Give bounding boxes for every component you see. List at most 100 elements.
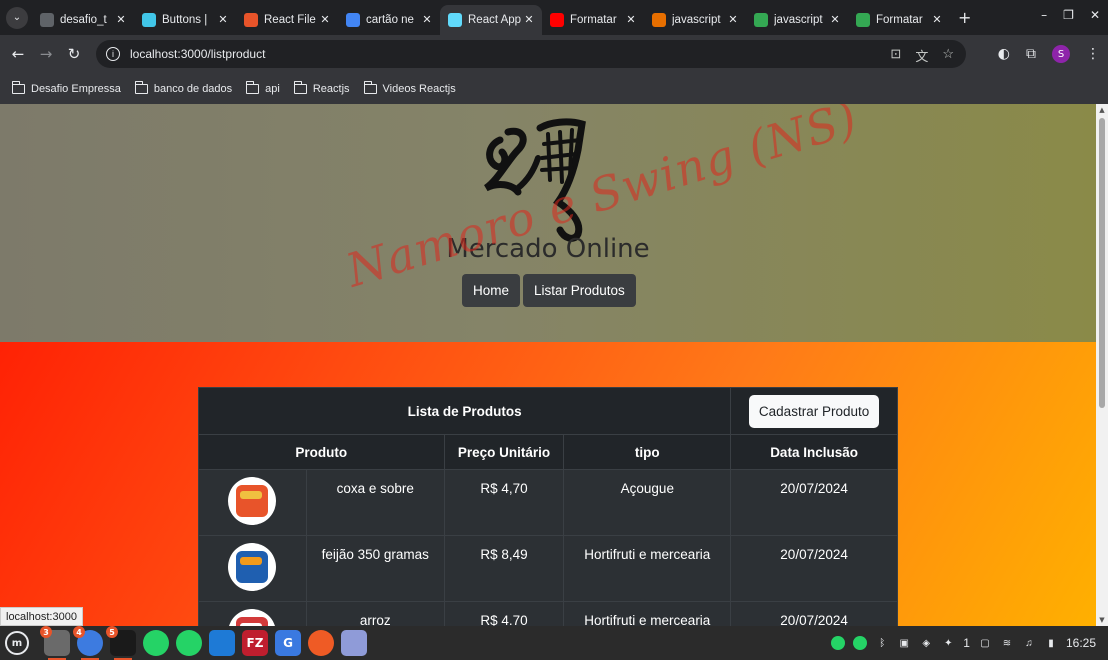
menu-kebab-icon[interactable]: ⋮ — [1086, 46, 1100, 62]
toolbar-right: ◐ ⧉ S ⋮ — [998, 35, 1100, 73]
product-image — [228, 609, 277, 626]
taskbar-app-whatsapp[interactable] — [143, 630, 169, 656]
browser-tab[interactable]: Formatar ✕ — [848, 5, 950, 35]
table-row: coxa e sobre R$ 4,70 Açougue 20/07/2024 — [198, 469, 898, 536]
app-glyph: G — [283, 636, 293, 650]
install-app-icon[interactable]: ⊡ — [890, 46, 901, 65]
scrollbar-thumb[interactable] — [1099, 118, 1105, 408]
tray-whatsapp-2-icon[interactable] — [853, 636, 868, 650]
minimize-icon[interactable]: – — [1041, 8, 1047, 22]
bookmark-item[interactable]: Videos Reactjs — [363, 80, 456, 95]
extensions-icon[interactable]: ⧉ — [1026, 46, 1036, 62]
google-icon — [346, 12, 360, 27]
app-window-count-badge: 5 — [106, 626, 118, 638]
bookmark-item[interactable]: Reactjs — [293, 80, 350, 95]
address-bar[interactable]: i localhost:3000/listproduct ⊡ 文 ☆ — [96, 40, 966, 68]
start-menu-button[interactable]: m — [5, 631, 29, 655]
bookmark-star-icon[interactable]: ☆ — [942, 46, 954, 65]
tray-whatsapp-icon[interactable] — [831, 636, 846, 650]
app-window-count-badge: 4 — [73, 626, 85, 638]
taskbar-app-text-editor[interactable] — [341, 630, 367, 656]
product-price-cell: R$ 4.70 — [443, 601, 565, 626]
close-tab-icon[interactable]: ✕ — [318, 13, 332, 26]
scroll-up-icon[interactable]: ▲ — [1098, 106, 1106, 114]
product-price-cell: R$ 4,70 — [443, 469, 565, 536]
close-tab-icon[interactable]: ✕ — [114, 13, 128, 26]
browser-tab[interactable]: Buttons | ✕ — [134, 5, 236, 35]
taskbar-app-chrome[interactable]: 4 — [73, 626, 103, 660]
translate-icon[interactable]: 文 — [915, 46, 928, 65]
tab-search-button[interactable]: ⌄ — [6, 6, 28, 29]
site-info-icon[interactable]: i — [106, 47, 120, 61]
bookmark-label: Reactjs — [312, 82, 350, 95]
close-tab-icon[interactable]: ✕ — [420, 13, 434, 26]
taskbar-app-postman[interactable] — [308, 630, 334, 656]
bookmark-item[interactable]: Desafio Empressa — [12, 80, 121, 95]
tray-clipboard-icon[interactable]: ▣ — [897, 636, 911, 650]
nav-home-button[interactable]: Home — [462, 274, 521, 307]
browser-tab[interactable]: React App ✕ — [440, 4, 542, 35]
product-name-cell: feijão 350 gramas — [305, 535, 445, 602]
product-image — [228, 543, 277, 591]
bookmark-item[interactable]: api — [246, 80, 280, 95]
tab-title: cartão ne — [366, 13, 414, 26]
new-tab-button[interactable]: + — [958, 8, 971, 27]
tray-sound-icon[interactable]: ♫ — [1022, 636, 1036, 650]
browser-toolbar: ← → ↻ i localhost:3000/listproduct ⊡ 文 ☆… — [0, 35, 1108, 73]
tray-battery-icon[interactable]: ▮ — [1044, 636, 1058, 650]
tab-title: Buttons | — [162, 13, 208, 26]
page-scrollbar[interactable]: ▲ ▼ — [1096, 104, 1108, 626]
restore-icon[interactable]: ❐ — [1063, 8, 1074, 22]
browser-tab[interactable]: desafio_t ✕ — [32, 5, 134, 35]
taskbar-apps: 3 4 5 FZ G — [40, 626, 374, 660]
browser-tab[interactable]: javascript ✕ — [746, 5, 848, 35]
close-tab-icon[interactable]: ✕ — [216, 13, 230, 26]
product-image — [228, 477, 277, 525]
close-tab-icon[interactable]: ✕ — [828, 13, 842, 26]
tray-updates-count: 1 — [963, 636, 970, 650]
close-tab-icon[interactable]: ✕ — [726, 13, 740, 26]
performance-icon[interactable]: ◐ — [998, 46, 1010, 62]
taskbar-app-google-app[interactable]: G — [275, 630, 301, 656]
browser-tab[interactable]: cartão ne ✕ — [338, 5, 440, 35]
add-product-button[interactable]: Cadastrar Produto — [748, 394, 880, 428]
folder-icon — [134, 80, 148, 94]
back-icon[interactable]: ← — [4, 45, 32, 63]
nav-list-products-button[interactable]: Listar Produtos — [523, 274, 636, 307]
tray-workspace-icon[interactable]: ▢ — [978, 636, 992, 650]
tray-updates-icon[interactable]: ✦ — [941, 636, 955, 650]
clock[interactable]: 16:25 — [1066, 636, 1096, 650]
product-image-cell — [198, 535, 307, 602]
taskbar-app-files[interactable]: 3 — [40, 626, 70, 660]
react-bootstrap-icon — [142, 12, 156, 27]
profile-avatar[interactable]: S — [1052, 45, 1070, 63]
product-date-cell: 20/07/2024 — [730, 601, 898, 626]
reload-icon[interactable]: ↻ — [60, 45, 88, 63]
browser-tab[interactable]: javascript ✕ — [644, 5, 746, 35]
browser-tab[interactable]: Formatar ✕ — [542, 5, 644, 35]
taskbar-app-whatsapp-2[interactable] — [176, 630, 202, 656]
product-name-cell: arroz — [305, 601, 445, 626]
tray-wifi-icon[interactable]: ≋ — [1000, 636, 1014, 650]
taskbar-app-vscode[interactable] — [209, 630, 235, 656]
close-window-icon[interactable]: ✕ — [1090, 8, 1100, 22]
java-icon — [652, 12, 666, 27]
tray-bluetooth-icon[interactable]: ᛒ — [875, 636, 889, 650]
tab-title: Formatar — [876, 13, 923, 26]
bookmark-item[interactable]: banco de dados — [134, 80, 232, 95]
scroll-down-icon[interactable]: ▼ — [1098, 616, 1106, 624]
bookmark-label: api — [265, 82, 280, 95]
status-bar-url: localhost:3000 — [0, 607, 83, 626]
close-tab-icon[interactable]: ✕ — [522, 13, 536, 26]
forward-icon[interactable]: → — [32, 45, 60, 63]
tray-shield-icon[interactable]: ◈ — [919, 636, 933, 650]
close-tab-icon[interactable]: ✕ — [930, 13, 944, 26]
taskbar-app-terminal[interactable]: 5 — [106, 626, 136, 660]
close-tab-icon[interactable]: ✕ — [624, 13, 638, 26]
taskbar-app-filezilla[interactable]: FZ — [242, 630, 268, 656]
omnibox-actions: ⊡ 文 ☆ — [890, 46, 954, 65]
browser-tab[interactable]: React File ✕ — [236, 5, 338, 35]
table-row: feijão 350 gramas R$ 8,49 Hortifruti e mer… — [198, 535, 898, 602]
url-text: localhost:3000/listproduct — [130, 47, 266, 61]
tab-title: Formatar — [570, 13, 617, 26]
